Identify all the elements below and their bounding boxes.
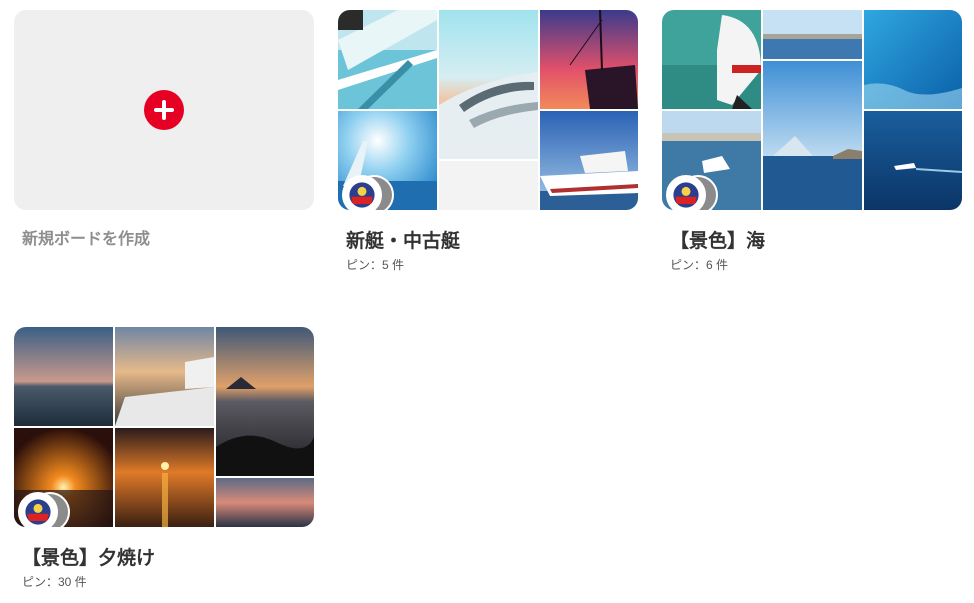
white-yacht-photo [540,111,638,210]
board-cover[interactable]: 2 [662,10,962,210]
boat-bow-sunset-photo [439,10,538,159]
board-card[interactable]: 2 新艇・中古艇 ピン：5 件 [338,10,638,272]
create-board-label[interactable]: 新規ボードを作成 [22,225,150,249]
evening-clouds-photo [216,478,314,527]
board-card[interactable]: 2 【景色】海 ピン：6 件 [662,10,962,272]
sunset-horizon-photo [115,428,214,527]
yacht-deck-dusk-photo [115,327,214,426]
board-cover[interactable]: 2 [338,10,638,210]
avatar [18,492,58,527]
boat-deck-photo [338,10,437,109]
blue-sea-waves-photo [864,10,962,109]
fuji-sunset-silhouette-photo [216,327,314,476]
outboard-engine-photo [662,10,761,109]
pin-count: ピン：6 件 [670,258,729,272]
create-board-cover[interactable] [14,10,314,210]
dusk-sea-photo [14,327,113,426]
board-card[interactable]: 2 【景色】夕焼け ピン：30 件 [14,327,314,589]
collaborator-avatars[interactable]: 2 [18,492,70,527]
plus-icon[interactable] [144,90,184,130]
avatar [666,175,706,210]
board-cover[interactable]: 2 [14,327,314,527]
avatar [342,175,382,210]
collaborator-avatars[interactable]: 2 [666,175,718,210]
mount-fuji-sea-photo [763,61,862,210]
board-title[interactable]: 新艇・中古艇 [346,226,460,253]
pin-count: ピン：5 件 [346,258,405,272]
board-title[interactable]: 【景色】夕焼け [22,543,155,570]
speedboat-sea-photo [864,111,962,210]
board-title[interactable]: 【景色】海 [670,226,765,253]
blank-tile [439,161,538,210]
pin-count: ピン：30 件 [22,575,87,589]
create-board-card[interactable]: 新規ボードを作成 [14,10,314,248]
collaborator-avatars[interactable]: 2 [342,175,394,210]
breakwater-photo [763,10,862,59]
sailboat-sunset-photo [540,10,638,109]
